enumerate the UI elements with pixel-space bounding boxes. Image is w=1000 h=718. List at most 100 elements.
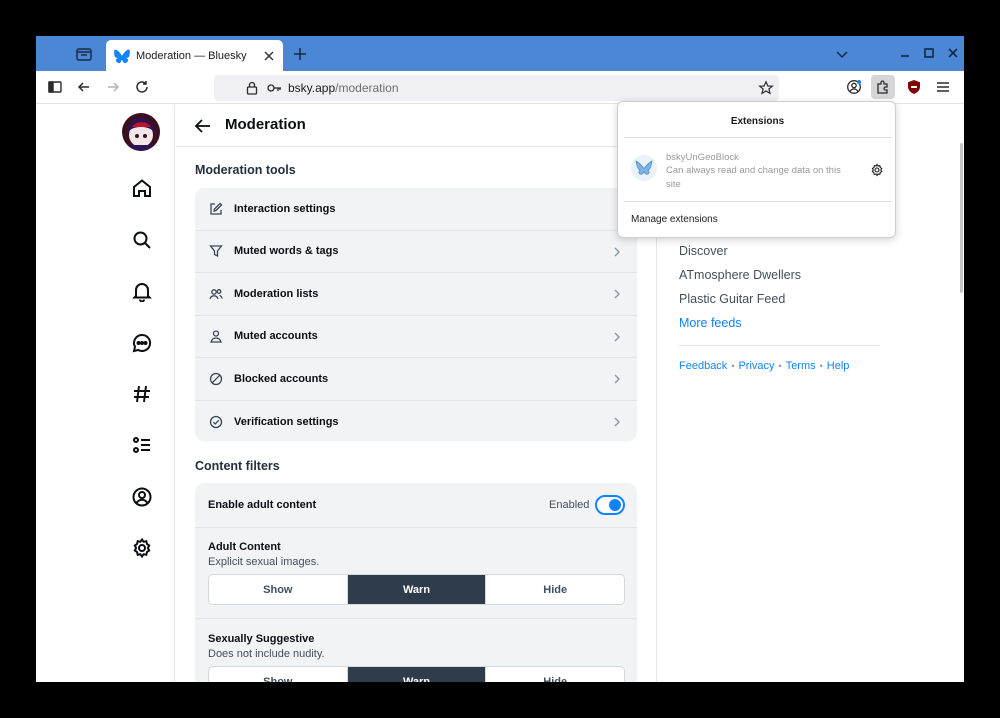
page-title: Moderation <box>225 116 306 133</box>
minimize-icon[interactable] <box>898 46 912 60</box>
home-icon[interactable] <box>131 177 153 199</box>
toggle-knob <box>609 499 621 511</box>
ublock-shield-icon[interactable] <box>906 79 922 95</box>
filter-title: Adult Content <box>208 541 281 553</box>
extensions-button[interactable] <box>871 75 895 99</box>
check-circle-icon <box>209 415 223 428</box>
divider <box>624 201 891 202</box>
enable-adult-content-row: Enable adult content Enabled <box>195 483 637 528</box>
feedback-link[interactable]: Feedback <box>679 360 727 372</box>
forward-icon[interactable] <box>105 79 121 95</box>
page-scrollbar[interactable] <box>960 143 963 293</box>
tab-title: Moderation — Bluesky <box>136 49 247 62</box>
separator-dot: • <box>819 361 823 371</box>
close-tab-icon[interactable] <box>263 50 275 62</box>
filter-description: Does not include nudity. <box>208 648 325 660</box>
content-filters-heading: Content filters <box>195 459 280 473</box>
extension-settings-gear-icon[interactable] <box>870 163 884 177</box>
hamburger-menu-icon[interactable] <box>935 79 951 95</box>
adult-content-toggle[interactable] <box>595 495 625 515</box>
sidebar-toggle-icon[interactable] <box>47 79 63 95</box>
account-icon[interactable] <box>846 79 862 95</box>
adult-content-filter: Adult Content Explicit sexual images. Sh… <box>195 528 637 619</box>
adult-content-segmented-control: Show Warn Hide <box>208 574 625 605</box>
browser-tab-active[interactable]: Moderation — Bluesky <box>106 40 283 71</box>
moderation-tools-heading: Moderation tools <box>195 163 296 177</box>
hide-option[interactable]: Hide <box>486 575 624 604</box>
terms-link[interactable]: Terms <box>786 360 816 372</box>
more-feeds-link[interactable]: More feeds <box>679 316 742 330</box>
avatar[interactable] <box>122 113 160 151</box>
tool-label: Muted words & tags <box>234 245 339 258</box>
extensions-popup: Extensions bskyUnGeoBlock Can always rea… <box>617 101 896 238</box>
moderation-lists-row[interactable]: Moderation lists <box>195 273 637 316</box>
avatar-image <box>122 113 160 151</box>
help-link[interactable]: Help <box>827 360 850 372</box>
manage-extensions-link[interactable]: Manage extensions <box>631 214 718 225</box>
feed-link-discover[interactable]: Discover <box>679 244 728 258</box>
person-icon <box>210 330 222 343</box>
extension-description: Can always read and change data on this … <box>666 165 841 190</box>
reload-icon[interactable] <box>134 79 150 95</box>
bookmark-star-icon[interactable] <box>758 80 774 96</box>
navigation-toolbar: bsky.app/moderation <box>36 71 964 104</box>
interaction-settings-row[interactable]: Interaction settings <box>195 188 637 231</box>
bluesky-butterfly-icon <box>114 49 130 63</box>
search-icon[interactable] <box>131 229 153 251</box>
divider <box>679 345 880 346</box>
page-header: Moderation <box>176 105 657 147</box>
key-permissions-icon[interactable] <box>266 80 282 96</box>
pencil-square-icon <box>210 202 223 215</box>
show-option[interactable]: Show <box>209 667 348 682</box>
feed-link-atmosphere-dwellers[interactable]: ATmosphere Dwellers <box>679 268 801 282</box>
tool-label: Verification settings <box>234 415 339 428</box>
notifications-bell-icon[interactable] <box>131 280 153 302</box>
profile-icon[interactable] <box>131 486 153 508</box>
tool-label: Blocked accounts <box>234 372 329 385</box>
url-host: bsky.app <box>288 81 336 95</box>
list-all-tabs-chevron-icon[interactable] <box>834 46 850 62</box>
close-window-icon[interactable] <box>946 46 960 60</box>
footer-links: Feedback • Privacy • Terms • Help <box>679 360 849 372</box>
chevron-right-icon <box>614 289 620 299</box>
url-path: /moderation <box>335 81 399 95</box>
feed-link-plastic-guitar[interactable]: Plastic Guitar Feed <box>679 292 785 306</box>
show-option[interactable]: Show <box>209 575 348 604</box>
tool-label: Moderation lists <box>234 287 319 300</box>
filter-title: Sexually Suggestive <box>208 633 315 645</box>
tool-label: Interaction settings <box>234 202 336 215</box>
chevron-right-icon <box>614 417 620 426</box>
url-bar[interactable]: bsky.app/moderation <box>214 75 779 101</box>
divider <box>624 137 891 138</box>
settings-gear-icon[interactable] <box>131 537 153 559</box>
moderation-tools-list: Interaction settings Muted words & tags … <box>195 188 637 441</box>
privacy-link[interactable]: Privacy <box>738 360 774 372</box>
extension-name[interactable]: bskyUnGeoBlock <box>666 152 739 163</box>
lock-icon[interactable] <box>244 80 260 96</box>
browser-window: Moderation — Bluesky bsky.app/moderation <box>36 36 964 682</box>
separator-dot: • <box>778 361 782 371</box>
back-icon[interactable] <box>76 79 92 95</box>
tool-label: Muted accounts <box>234 330 318 343</box>
filter-description: Explicit sexual images. <box>208 556 320 568</box>
chevron-right-icon <box>614 247 620 256</box>
blocked-accounts-row[interactable]: Blocked accounts <box>195 358 637 401</box>
hide-option[interactable]: Hide <box>486 667 624 683</box>
warn-option[interactable]: Warn <box>347 667 487 682</box>
verification-settings-row[interactable]: Verification settings <box>195 401 637 442</box>
url-text: bsky.app/moderation <box>288 81 399 95</box>
lists-icon[interactable] <box>131 434 153 456</box>
chat-bubble-icon[interactable] <box>131 332 153 354</box>
tab-strip: Moderation — Bluesky <box>36 36 964 71</box>
warn-option[interactable]: Warn <box>347 575 487 604</box>
tab-list-icon[interactable] <box>74 44 94 64</box>
sexually-suggestive-segmented-control: Show Warn Hide <box>208 666 625 682</box>
main-column: Moderation Moderation tools Interaction … <box>176 105 657 682</box>
maximize-icon[interactable] <box>922 46 936 60</box>
chevron-right-icon <box>614 374 620 384</box>
muted-accounts-row[interactable]: Muted accounts <box>195 316 637 358</box>
hashtag-feeds-icon[interactable] <box>131 383 153 405</box>
new-tab-plus-icon[interactable] <box>291 45 309 63</box>
muted-words-row[interactable]: Muted words & tags <box>195 231 637 273</box>
back-arrow-icon[interactable] <box>194 117 212 135</box>
